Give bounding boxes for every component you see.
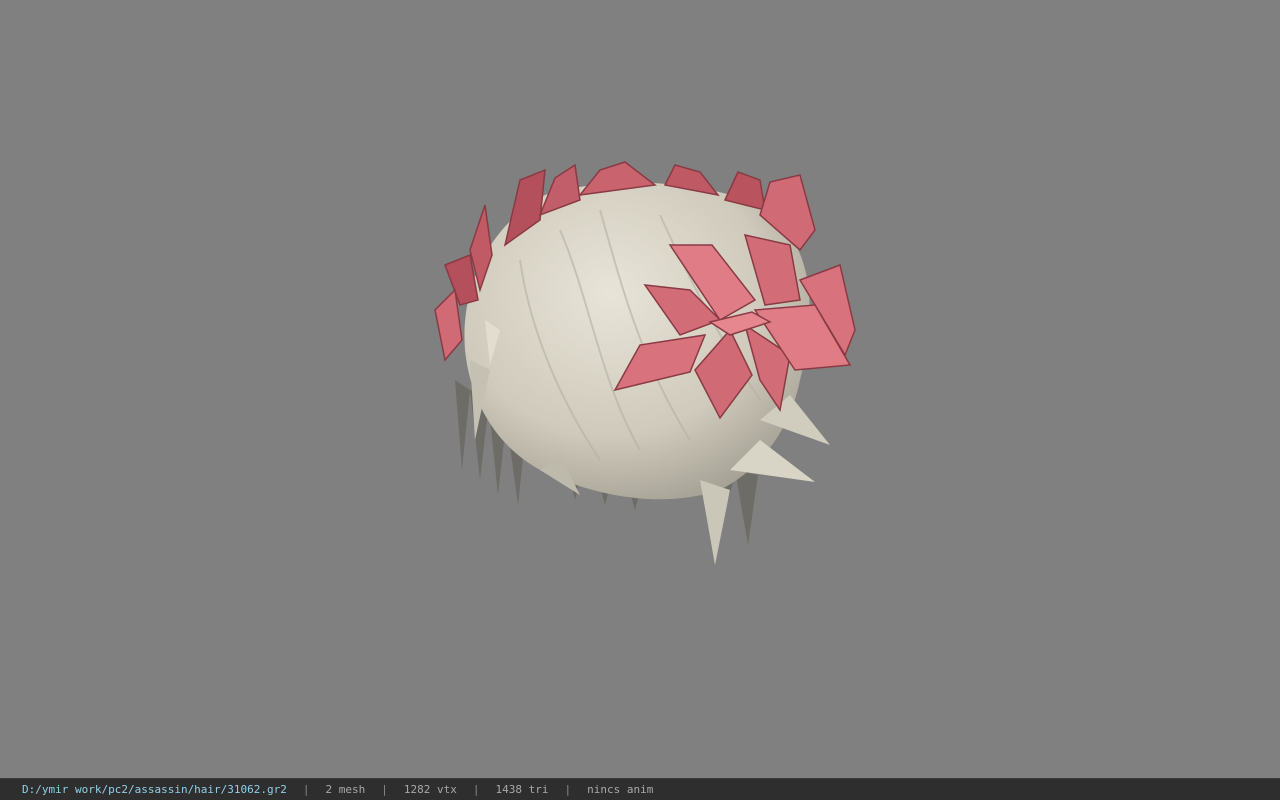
status-separator: | (381, 783, 388, 796)
status-mesh-count: 2 mesh (325, 783, 366, 796)
status-triangle-count: 1438 tri (495, 783, 549, 796)
model-viewport[interactable] (0, 0, 1280, 778)
status-separator: | (472, 783, 480, 796)
status-separator: | (564, 783, 572, 796)
status-file-path: D:/ymir work/pc2/assassin/hair/31062.gr2 (22, 783, 287, 796)
status-vertex-count: 1282 vtx (403, 783, 457, 796)
status-anim-state: nincs anim (587, 783, 654, 796)
status-bar: D:/ymir work/pc2/assassin/hair/31062.gr2… (0, 778, 1280, 800)
hair-model-render (434, 161, 856, 565)
status-separator: | (302, 783, 310, 796)
